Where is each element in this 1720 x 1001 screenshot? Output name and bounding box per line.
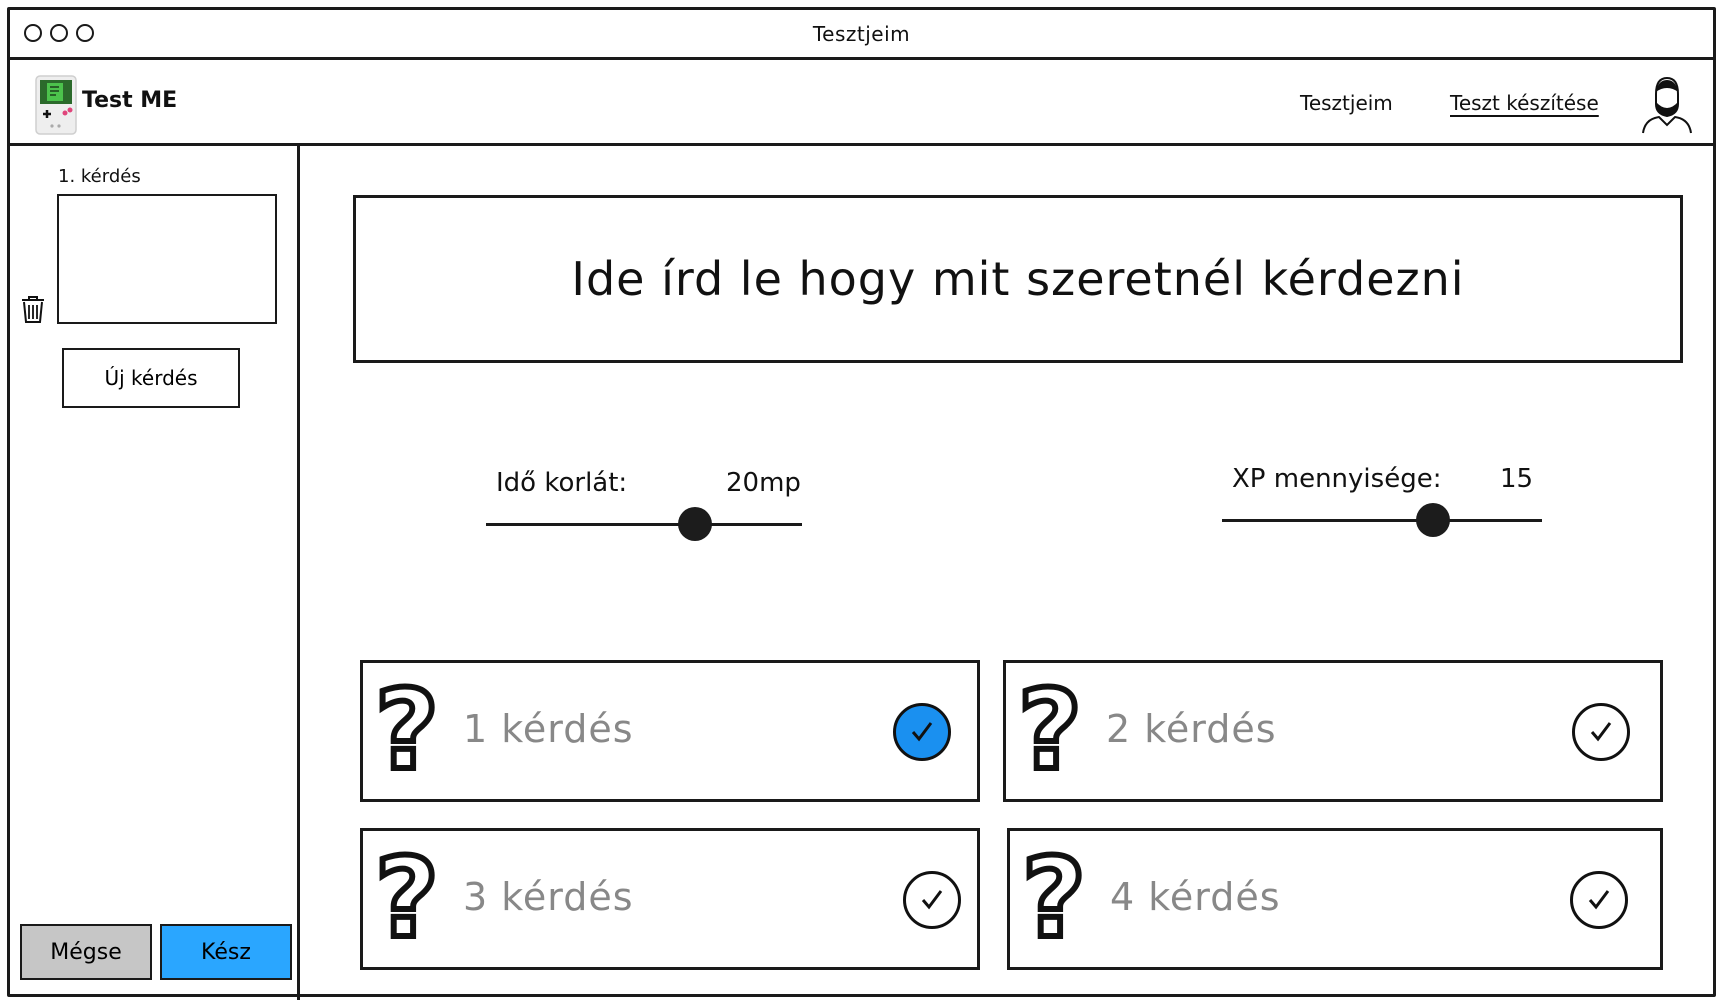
question-mark-icon: ? <box>372 666 442 794</box>
trash-icon[interactable] <box>20 294 46 324</box>
answer-card-3[interactable]: ? 3 kérdés <box>360 828 980 970</box>
question-mark-icon: ? <box>1015 666 1085 794</box>
answer-text: 4 kérdés <box>1110 875 1281 919</box>
xp-slider-track[interactable] <box>1222 519 1542 522</box>
time-limit-slider-track[interactable] <box>486 523 802 526</box>
title-bar: Tesztjeim <box>10 10 1713 60</box>
question-text-input[interactable]: Ide írd le hogy mit szeretnél kérdezni <box>353 195 1683 363</box>
check-circle-icon[interactable] <box>893 703 951 761</box>
question-sidebar: 1. kérdés Új kérdés Mégse Kész <box>10 146 300 1000</box>
time-limit-slider-thumb[interactable] <box>677 507 712 541</box>
window-title: Tesztjeim <box>812 22 911 46</box>
app-header: Test ME Tesztjeim Teszt készítése <box>10 60 1713 146</box>
xp-slider-thumb[interactable] <box>1416 503 1451 537</box>
question-mark-icon: ? <box>1019 834 1089 962</box>
nav-tesztjeim[interactable]: Tesztjeim <box>1300 91 1393 115</box>
xp-label: XP mennyisége: <box>1232 464 1442 494</box>
done-button[interactable]: Kész <box>160 924 292 980</box>
question-label: 1. kérdés <box>58 166 141 187</box>
nav-teszt-keszitese[interactable]: Teszt készítése <box>1450 91 1599 115</box>
answer-text: 1 kérdés <box>463 707 634 751</box>
app-window: Tesztjeim Test ME Tesztjeim Teszt készít… <box>7 7 1716 1000</box>
time-limit-label: Idő korlát: <box>496 468 628 498</box>
brand-name: Test ME <box>82 88 178 113</box>
question-thumbnail[interactable] <box>57 194 277 324</box>
answer-card-1[interactable]: ? 1 kérdés <box>360 660 980 802</box>
time-limit-value: 20mp <box>726 468 801 498</box>
answer-text: 2 kérdés <box>1106 707 1277 751</box>
new-question-button[interactable]: Új kérdés <box>62 348 240 408</box>
cancel-button[interactable]: Mégse <box>20 924 152 980</box>
answer-text: 3 kérdés <box>463 875 634 919</box>
check-circle-icon[interactable] <box>1570 871 1628 929</box>
logo-icon <box>35 75 77 135</box>
xp-value: 15 <box>1500 464 1534 494</box>
check-circle-icon[interactable] <box>1572 703 1630 761</box>
user-avatar-icon[interactable] <box>1640 74 1694 134</box>
question-placeholder: Ide írd le hogy mit szeretnél kérdezni <box>571 252 1465 306</box>
check-circle-icon[interactable] <box>903 871 961 929</box>
answer-card-4[interactable]: ? 4 kérdés <box>1007 828 1663 970</box>
question-mark-icon: ? <box>372 834 442 962</box>
answer-card-2[interactable]: ? 2 kérdés <box>1003 660 1663 802</box>
